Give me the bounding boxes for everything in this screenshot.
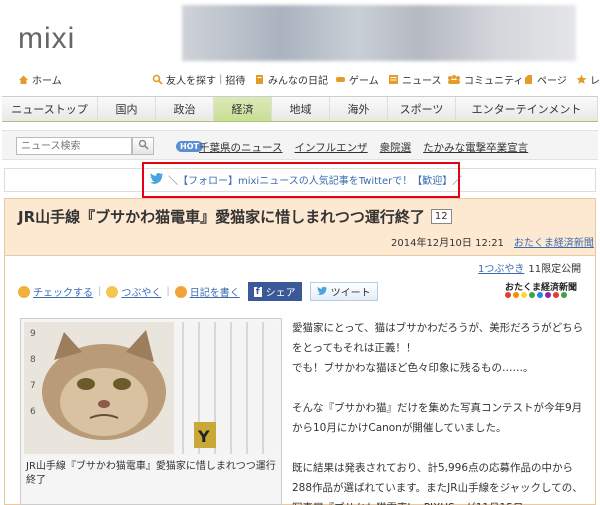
nav-find-friends-label: 友人を探す — [166, 75, 216, 87]
community-icon — [447, 74, 461, 85]
tab-entertainment[interactable]: エンターテインメント — [456, 97, 598, 121]
body-paragraph: 愛猫家にとって、猫はブサかわだろうが、美形だろうがどちらをとってもそれは正義！！ — [292, 322, 584, 354]
body-paragraph: でも！ブサかわな猫ほど色々印象に残るもの……。 — [292, 362, 534, 374]
nav-community[interactable]: コミュニティ — [447, 72, 523, 87]
body-paragraph: そんな『ブサかわ猫』だけを集めた写真コンテストが今年9月から10月にかけCano… — [292, 402, 583, 434]
nav-news[interactable]: ニュース — [388, 72, 442, 87]
twitter-bird-icon — [150, 172, 164, 187]
twitter-follow-text: ＼【フォロー】mixiニュースの人気記事をTwitterで！【歓迎】／ — [168, 176, 463, 187]
article-title: JR山手線『ブサかわ猫電車』愛猫家に惜しまれつつ運行終了 12 — [18, 206, 452, 227]
tweet-private-count: 11限定公開 — [528, 264, 582, 275]
search-row: HOT 千葉県のニュース インフルエンザ 衆院選 たかみな電撃卒業宣言 — [2, 130, 598, 160]
tab-politics[interactable]: 政治 — [156, 97, 214, 121]
magnifier-icon — [152, 74, 163, 85]
nav-community-label: コミュニティ — [464, 75, 524, 87]
nav-invite-label[interactable]: 招待 — [225, 72, 245, 87]
hot-link-influenza[interactable]: インフルエンザ — [294, 140, 367, 155]
search-button[interactable] — [132, 137, 154, 155]
speech-icon — [106, 285, 119, 298]
nav-find-friends[interactable]: 友人を探す | 招待 — [152, 72, 245, 87]
article-body: 愛猫家にとって、猫はブサかわだろうが、美形だろうがどちらをとってもそれは正義！！… — [292, 318, 588, 505]
nav-page[interactable]: ページ — [523, 72, 567, 87]
nav-diary[interactable]: みんなの日記 — [254, 72, 328, 87]
nav-more[interactable]: レ — [576, 72, 600, 87]
search-icon — [138, 139, 149, 153]
svg-text:6: 6 — [30, 407, 36, 417]
diary-icon — [254, 74, 265, 85]
nav-diary-label: みんなの日記 — [268, 75, 328, 87]
article-source-link[interactable]: おたくま経済新聞 — [514, 234, 594, 249]
home-icon — [18, 74, 29, 85]
pencil-icon — [174, 285, 187, 298]
twitter-tweet-button[interactable]: ツイート — [309, 282, 378, 301]
comment-count-badge[interactable]: 12 — [430, 209, 452, 224]
facebook-icon: f — [253, 286, 262, 297]
gamepad-icon — [335, 74, 346, 85]
news-search-input[interactable] — [16, 137, 132, 155]
svg-text:9: 9 — [30, 329, 36, 339]
svg-text:Y: Y — [197, 427, 210, 446]
nav-news-label: ニュース — [402, 75, 442, 87]
body-paragraph: 既に結果は発表されており、計5,996点の応募作品の中から288作品が選ばれてい… — [292, 462, 583, 505]
nav-home-label: ホーム — [32, 75, 62, 87]
article-date: 2014年12月10日 12:21 — [391, 238, 504, 249]
article-meta: 2014年12月10日 12:21 おたくま経済新聞 — [391, 234, 594, 249]
tab-news-top[interactable]: ニューストップ — [2, 97, 98, 121]
top-nav: ホーム 友人を探す | 招待 みんなの日記 ゲーム ニュース コミュニティ ペー… — [0, 68, 600, 90]
check-button[interactable]: チェックする — [18, 284, 93, 299]
twitter-follow-link[interactable]: ＼【フォロー】mixiニュースの人気記事をTwitterで！【歓迎】／ — [150, 172, 462, 187]
article-actions: チェックする | つぶやく | 日記を書く f シェア ツイート — [18, 282, 378, 301]
tab-region[interactable]: 地域 — [272, 97, 330, 121]
page-icon — [523, 74, 534, 85]
image-caption: JR山手線『ブサかわ猫電車』愛猫家に惜しまれつつ運行終了 — [26, 461, 276, 486]
nav-page-label: ページ — [537, 75, 567, 87]
tab-economy[interactable]: 経済 — [214, 97, 272, 121]
write-diary-button[interactable]: 日記を書く — [174, 284, 240, 299]
nav-more-label: レ — [590, 75, 600, 87]
tab-domestic[interactable]: 国内 — [98, 97, 156, 121]
news-icon — [388, 74, 399, 85]
category-tabs: ニューストップ 国内 政治 経済 地域 海外 スポーツ エンターテインメント — [2, 96, 598, 122]
svg-text:8: 8 — [30, 355, 36, 365]
nav-game[interactable]: ゲーム — [335, 72, 379, 87]
tab-sports[interactable]: スポーツ — [388, 97, 456, 121]
article-title-text: JR山手線『ブサかわ猫電車』愛猫家に惜しまれつつ運行終了 — [18, 208, 425, 226]
ad-banner[interactable] — [182, 5, 576, 61]
hot-link-election[interactable]: 衆院選 — [380, 140, 412, 155]
twitter-icon — [316, 286, 328, 298]
mixi-logo[interactable]: mixi — [18, 22, 75, 56]
tweet-count-row: 1つぶやき 11限定公開 — [478, 260, 581, 275]
source-logo-dots — [505, 292, 567, 298]
hot-link-takamina[interactable]: たかみな電撃卒業宣言 — [423, 140, 528, 155]
facebook-share-button[interactable]: f シェア — [247, 282, 302, 301]
tweet-mixi-button[interactable]: つぶやく — [106, 284, 161, 299]
check-icon — [18, 285, 30, 298]
tweet-count-link[interactable]: 1つぶやき — [478, 260, 524, 275]
star-icon — [576, 74, 587, 85]
nav-home[interactable]: ホーム — [18, 72, 62, 87]
nav-game-label: ゲーム — [349, 75, 379, 87]
cat-photo[interactable]: 9 8 7 6 Y — [24, 322, 278, 454]
svg-text:7: 7 — [30, 381, 36, 391]
hot-link-chiba[interactable]: 千葉県のニュース — [199, 140, 282, 155]
hot-links: 千葉県のニュース インフルエンザ 衆院選 たかみな電撃卒業宣言 — [199, 140, 528, 155]
tab-international[interactable]: 海外 — [330, 97, 388, 121]
